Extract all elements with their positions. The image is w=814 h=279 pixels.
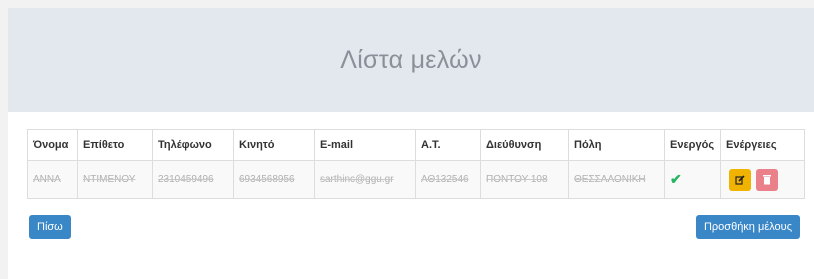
edit-member-button[interactable]	[729, 168, 751, 191]
column-header-email: E-mail	[314, 129, 416, 161]
column-header-actions: Ενέργειες	[720, 129, 805, 161]
add-member-button[interactable]: Προσθήκη μέλους	[695, 215, 800, 239]
delete-member-button[interactable]	[755, 168, 778, 191]
column-header-active: Ενεργός	[664, 129, 721, 161]
table-row: ΑΝΝΑ ΝΤΙΜΕΝΟΥ 2310459496 6934568956 sart…	[27, 160, 805, 199]
members-table: Όνομα Επίθετο Τηλέφωνο Κινητό E-mail Α.Τ…	[27, 129, 805, 199]
cell-last-name: ΝΤΙΜΕΝΟΥ	[77, 160, 153, 199]
checkmark-icon: ✔	[670, 171, 682, 187]
cell-actions	[720, 160, 805, 199]
cell-phone: 2310459496	[152, 160, 234, 199]
cell-city: ΘΕΣΣΑΛΟΝΙΚΗ	[568, 160, 665, 199]
edit-icon	[735, 174, 745, 185]
table-header-row: Όνομα Επίθετο Τηλέφωνο Κινητό E-mail Α.Τ…	[27, 129, 805, 161]
column-header-city: Πόλη	[568, 129, 665, 161]
cell-email: sarthinc@ggu.gr	[314, 160, 416, 199]
cell-mobile: 6934568956	[233, 160, 315, 199]
column-header-first-name: Όνομα	[27, 129, 78, 161]
column-header-address: Διεύθυνση	[480, 129, 569, 161]
trash-icon	[762, 175, 771, 185]
page-header: Λίστα μελών	[8, 8, 814, 112]
cell-active: ✔	[664, 160, 721, 199]
cell-first-name: ΑΝΝΑ	[27, 160, 78, 199]
column-header-last-name: Επίθετο	[77, 129, 153, 161]
column-header-phone: Τηλέφωνο	[152, 129, 234, 161]
column-header-id-card: Α.Τ.	[415, 129, 481, 161]
cell-id-card: ΑΘ132546	[415, 160, 481, 199]
page-container: Λίστα μελών Όνομα Επίθετο Τηλέφωνο Κινητ…	[8, 8, 814, 279]
page-title: Λίστα μελών	[340, 45, 482, 74]
back-button[interactable]: Πίσω	[29, 215, 71, 239]
cell-address: ΠΟΝΤΟΥ 108	[480, 160, 569, 199]
column-header-mobile: Κινητό	[233, 129, 315, 161]
